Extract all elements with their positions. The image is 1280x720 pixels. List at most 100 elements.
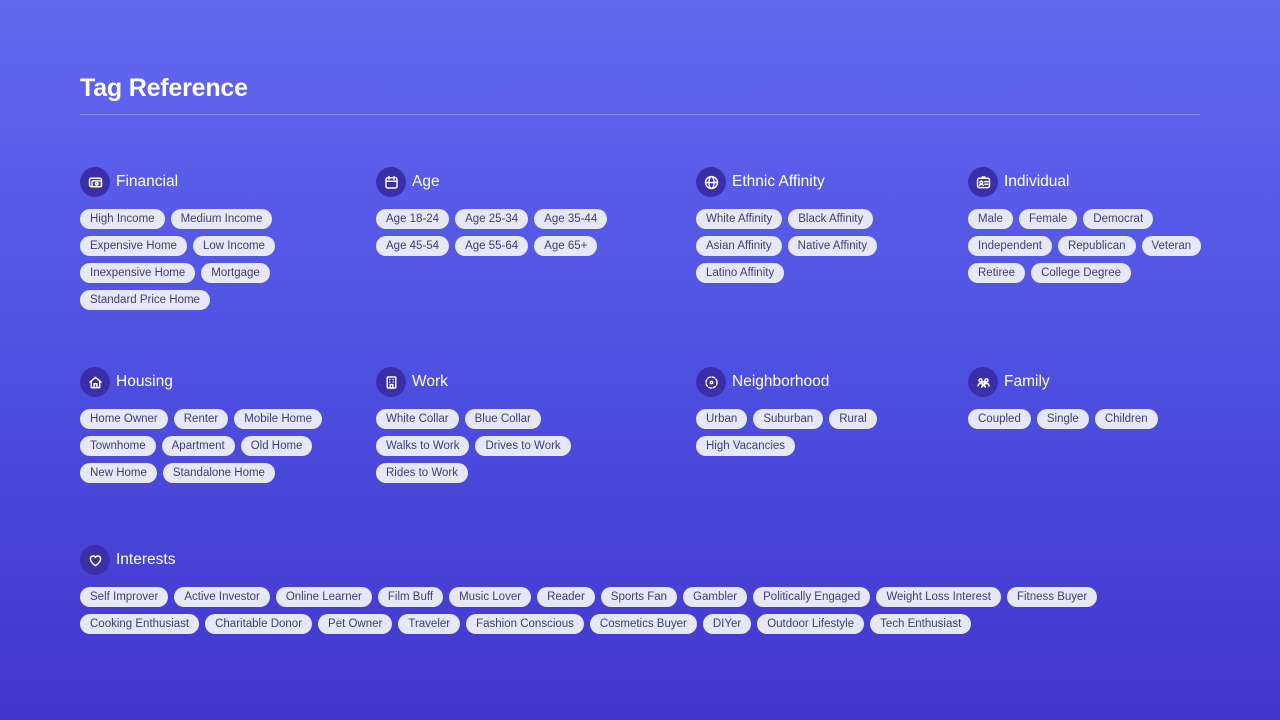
tag-chip[interactable]: Independent: [968, 236, 1052, 256]
tag-chip[interactable]: Male: [968, 209, 1013, 229]
tag-chip[interactable]: Reader: [537, 587, 595, 607]
tag-chip[interactable]: Apartment: [161, 436, 235, 456]
section-housing: Housing Home Owner Renter Mobile Home Townh…: [80, 367, 370, 483]
home-icon: [80, 367, 110, 397]
section-header-neighborhood: Neighborhood: [696, 367, 956, 397]
neighborhood-icon: [696, 367, 726, 397]
tag-chip[interactable]: Standalone Home: [162, 463, 275, 483]
section-individual: Individual Male Female Democrat Independent…: [968, 167, 1208, 283]
tag-chip[interactable]: Drives to Work: [475, 436, 571, 456]
section-title-individual: Individual: [1004, 173, 1070, 190]
tag-chip[interactable]: Gambler: [683, 587, 748, 607]
tag-list-housing: Home Owner Renter Mobile Home Townhome Apart…: [80, 409, 370, 483]
money-icon: [80, 167, 110, 197]
tag-chip[interactable]: White Affinity: [696, 209, 783, 229]
tag-chip[interactable]: Old Home: [240, 436, 313, 456]
tag-chip[interactable]: Active Investor: [174, 587, 270, 607]
tag-chip[interactable]: Mortgage: [201, 263, 270, 283]
tag-chip[interactable]: Black Affinity: [788, 209, 874, 229]
tag-chip[interactable]: Standard Price Home: [80, 290, 210, 310]
tag-chip[interactable]: Traveler: [398, 614, 461, 634]
tag-chip[interactable]: Coupled: [968, 409, 1031, 429]
tag-chip[interactable]: Age 18-24: [376, 209, 450, 229]
section-header-age: Age: [376, 167, 636, 197]
section-title-work: Work: [412, 373, 448, 390]
tag-chip[interactable]: Rides to Work: [376, 463, 469, 483]
tag-chip[interactable]: Blue Collar: [464, 409, 541, 429]
section-title-age: Age: [412, 173, 440, 190]
tag-chip[interactable]: Fitness Buyer: [1006, 587, 1098, 607]
tag-chip[interactable]: Suburban: [753, 409, 824, 429]
tag-chip[interactable]: Veteran: [1141, 236, 1202, 256]
tag-chip[interactable]: Age 35-44: [534, 209, 608, 229]
tag-chip[interactable]: Self Improver: [80, 587, 169, 607]
tag-chip[interactable]: Age 25-34: [455, 209, 529, 229]
tag-chip[interactable]: Tech Enthusiast: [870, 614, 972, 634]
tag-chip[interactable]: Charitable Donor: [205, 614, 313, 634]
tag-chip[interactable]: Walks to Work: [376, 436, 470, 456]
tag-chip[interactable]: Sports Fan: [600, 587, 678, 607]
section-header-interests: Interests: [80, 545, 1160, 575]
tag-chip[interactable]: White Collar: [376, 409, 459, 429]
section-financial: Financial High Income Medium Income Expens…: [80, 167, 370, 310]
tag-chip[interactable]: Townhome: [80, 436, 156, 456]
tag-chip[interactable]: Music Lover: [449, 587, 532, 607]
section-header-work: Work: [376, 367, 636, 397]
section-family: Family Coupled Single Children: [968, 367, 1208, 429]
tag-list-individual: Male Female Democrat Independent Republican V…: [968, 209, 1208, 283]
tag-chip[interactable]: Inexpensive Home: [80, 263, 196, 283]
tag-chip[interactable]: Mobile Home: [234, 409, 323, 429]
section-title-neighborhood: Neighborhood: [732, 373, 830, 390]
tag-chip[interactable]: Politically Engaged: [753, 587, 871, 607]
tag-chip[interactable]: Democrat: [1083, 209, 1154, 229]
section-header-housing: Housing: [80, 367, 370, 397]
tag-chip[interactable]: New Home: [80, 463, 157, 483]
tag-chip[interactable]: College Degree: [1031, 263, 1131, 283]
tag-list-financial: High Income Medium Income Expensive Home Lo…: [80, 209, 370, 310]
tag-list-neighborhood: Urban Suburban Rural High Vacancies: [696, 409, 956, 456]
tag-chip[interactable]: Low Income: [192, 236, 275, 256]
tag-chip[interactable]: Medium Income: [170, 209, 273, 229]
calendar-icon: [376, 167, 406, 197]
tag-chip[interactable]: Online Learner: [275, 587, 372, 607]
tag-chip[interactable]: Single: [1036, 409, 1089, 429]
tag-chip[interactable]: Retiree: [968, 263, 1026, 283]
tag-chip[interactable]: Outdoor Lifestyle: [757, 614, 865, 634]
section-title-interests: Interests: [116, 551, 176, 568]
tag-chip[interactable]: Expensive Home: [80, 236, 187, 256]
tag-chip[interactable]: Weight Loss Interest: [876, 587, 1001, 607]
tag-chip[interactable]: Rural: [829, 409, 877, 429]
tag-chip[interactable]: Renter: [173, 409, 229, 429]
tag-chip[interactable]: Cosmetics Buyer: [589, 614, 697, 634]
tag-chip[interactable]: High Income: [80, 209, 165, 229]
tag-list-family: Coupled Single Children: [968, 409, 1208, 429]
heart-icon: [80, 545, 110, 575]
page-title: Tag Reference: [80, 74, 248, 102]
tag-chip[interactable]: Latino Affinity: [696, 263, 785, 283]
tag-chip[interactable]: DIYer: [702, 614, 752, 634]
tag-chip[interactable]: Film Buff: [377, 587, 444, 607]
tag-chip[interactable]: Age 55-64: [455, 236, 529, 256]
tag-chip[interactable]: Fashion Conscious: [466, 614, 584, 634]
tag-chip[interactable]: Native Affinity: [787, 236, 878, 256]
section-work: Work White Collar Blue Collar Walks to Wor…: [376, 367, 636, 483]
section-header-ethnic-affinity: Ethnic Affinity: [696, 167, 956, 197]
tag-chip[interactable]: Home Owner: [80, 409, 168, 429]
tag-chip[interactable]: Cooking Enthusiast: [80, 614, 200, 634]
tag-chip[interactable]: Urban: [696, 409, 748, 429]
id-card-icon: [968, 167, 998, 197]
tag-chip[interactable]: Children: [1094, 409, 1158, 429]
section-title-housing: Housing: [116, 373, 173, 390]
tag-chip[interactable]: Asian Affinity: [696, 236, 782, 256]
family-icon: [968, 367, 998, 397]
tag-chip[interactable]: Age 65+: [534, 236, 598, 256]
building-icon: [376, 367, 406, 397]
tag-chip[interactable]: Age 45-54: [376, 236, 450, 256]
tag-chip[interactable]: Republican: [1057, 236, 1136, 256]
section-title-ethnic-affinity: Ethnic Affinity: [732, 173, 825, 190]
tag-chip[interactable]: Female: [1018, 209, 1078, 229]
section-neighborhood: Neighborhood Urban Suburban Rural High Vaca…: [696, 367, 956, 456]
tag-chip[interactable]: Pet Owner: [318, 614, 393, 634]
section-header-individual: Individual: [968, 167, 1208, 197]
tag-chip[interactable]: High Vacancies: [696, 436, 796, 456]
